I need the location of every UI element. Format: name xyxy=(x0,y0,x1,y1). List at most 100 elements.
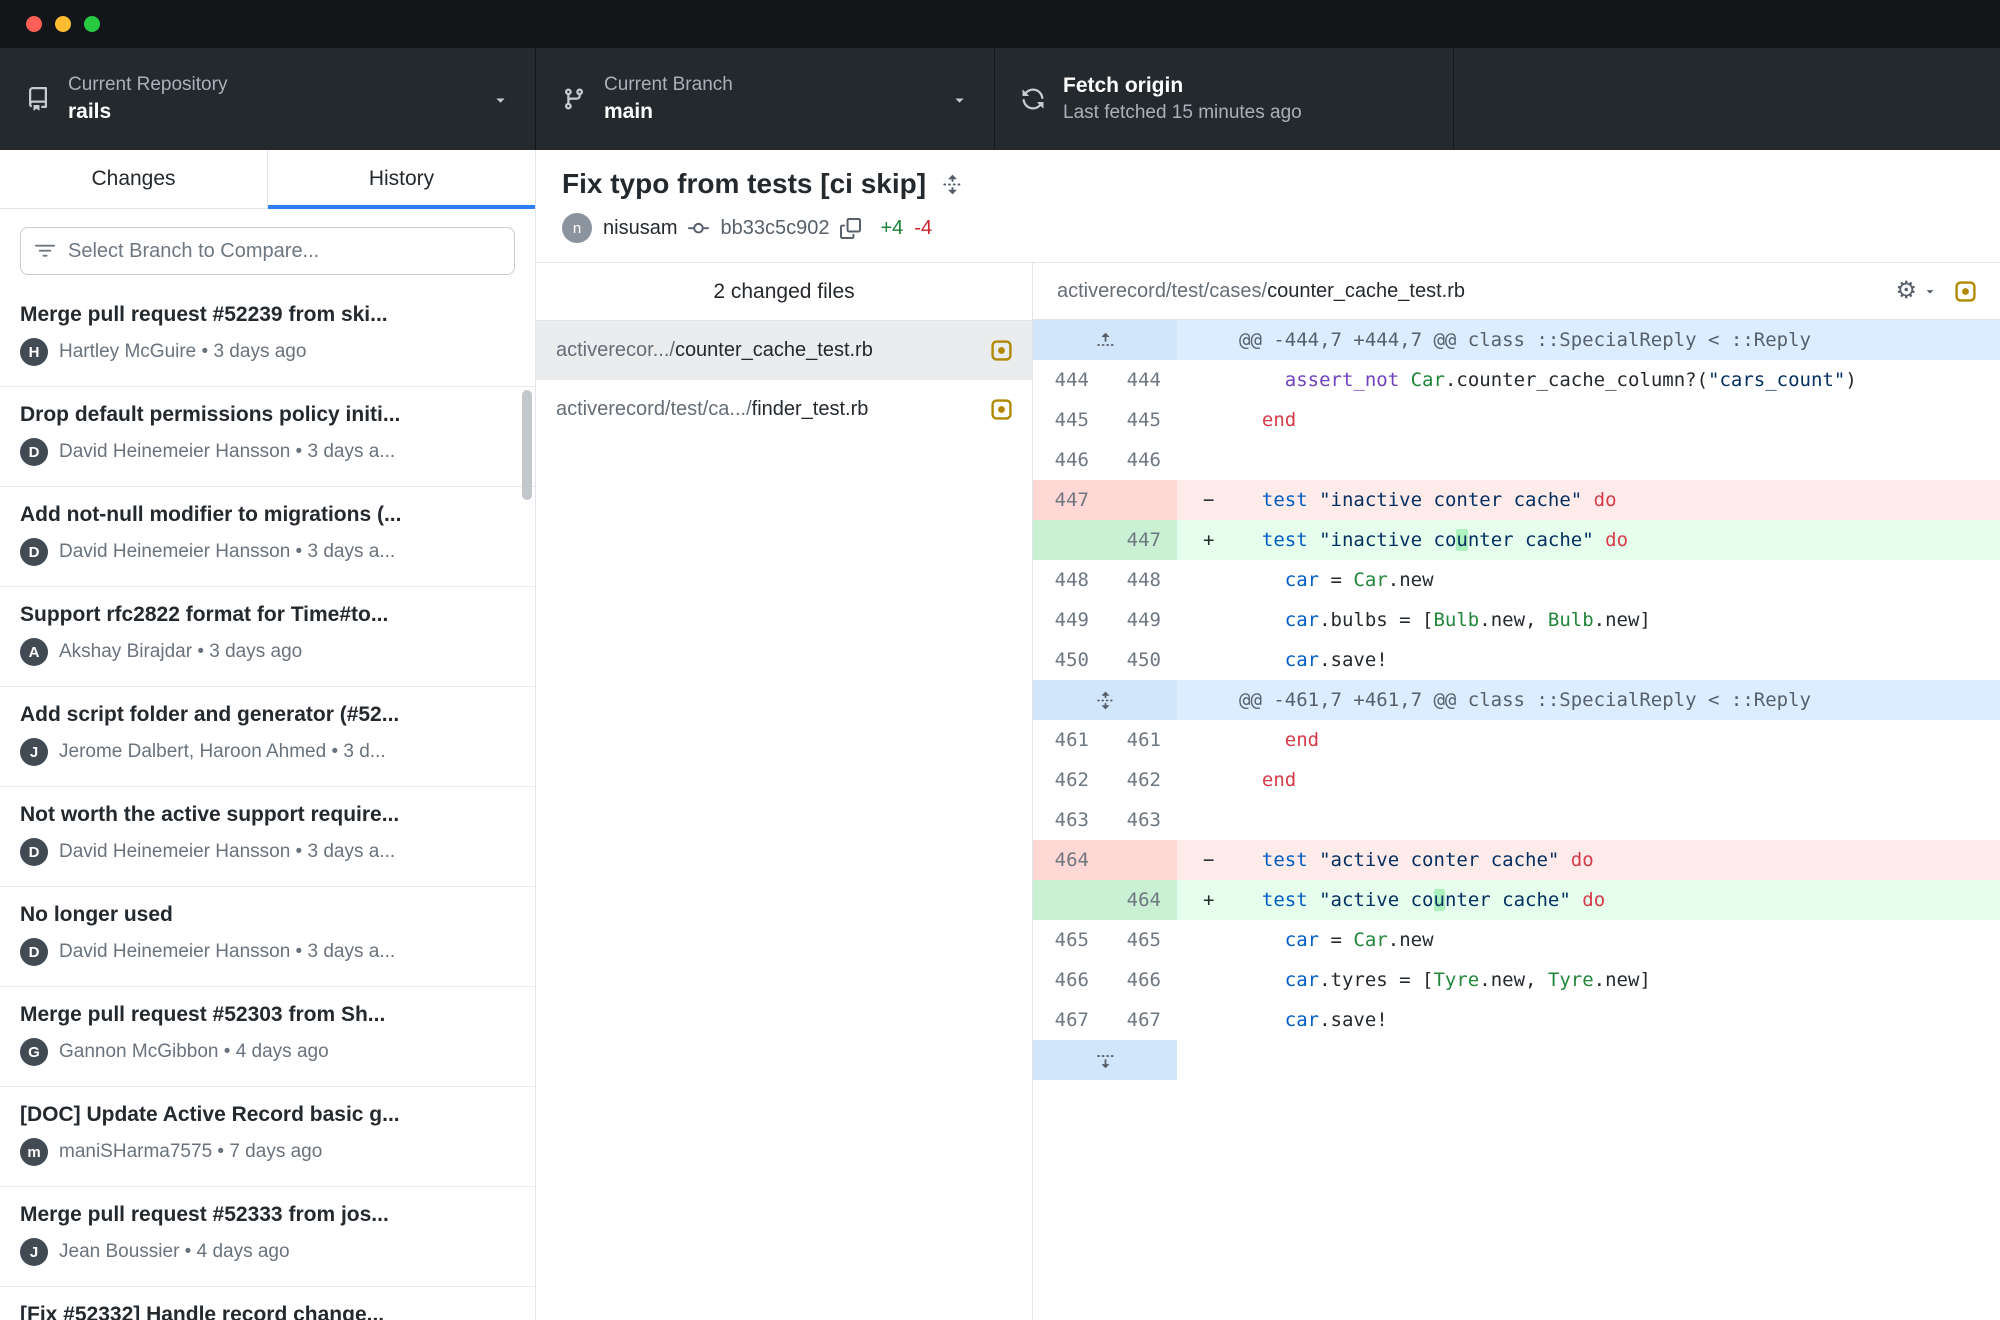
code-line: car.save! xyxy=(1239,1000,1388,1040)
commit-meta: D David Heinemeier Hansson • 3 days a... xyxy=(20,938,515,966)
commit-list-item[interactable]: No longer used D David Heinemeier Hansso… xyxy=(0,887,535,987)
old-line-number: 449 xyxy=(1033,600,1105,640)
commit-list-item[interactable]: Drop default permissions policy initi...… xyxy=(0,387,535,487)
avatar: m xyxy=(20,1138,48,1166)
fetch-subtitle: Last fetched 15 minutes ago xyxy=(1063,102,1427,124)
commit-list-item[interactable]: [DOC] Update Active Record basic g... m … xyxy=(0,1087,535,1187)
old-line-number: 463 xyxy=(1033,800,1105,840)
new-line-number: 462 xyxy=(1105,760,1177,800)
sidebar-scrollbar[interactable] xyxy=(522,390,532,500)
current-repository-button[interactable]: Current Repository rails xyxy=(0,48,536,150)
commit-list-item[interactable]: Add script folder and generator (#52... … xyxy=(0,687,535,787)
tab-changes[interactable]: Changes xyxy=(0,150,267,208)
zoom-button[interactable] xyxy=(84,16,100,32)
commit-list-item[interactable]: Merge pull request #52333 from jos... J … xyxy=(0,1187,535,1287)
commit-author-time: maniSHarma7575 • 7 days ago xyxy=(59,1141,322,1163)
commit-author-time: Gannon McGibbon • 4 days ago xyxy=(59,1041,329,1063)
old-line-number: 450 xyxy=(1033,640,1105,680)
github-desktop-window: Current Repository rails Current Branch … xyxy=(0,0,2000,1320)
branch-value: main xyxy=(604,100,933,124)
diff-row-context: 448448 car = Car.new xyxy=(1033,560,2000,600)
diff-marker: − xyxy=(1177,840,1239,880)
branch-compare-box[interactable] xyxy=(20,227,515,275)
diff-marker: − xyxy=(1177,480,1239,520)
commit-list-item[interactable]: Add not-null modifier to migrations (...… xyxy=(0,487,535,587)
diff-marker xyxy=(1177,920,1239,960)
old-line-number: 445 xyxy=(1033,400,1105,440)
diff-row-context: 450450 car.save! xyxy=(1033,640,2000,680)
file-path: activerecord/test/ca.../finder_test.rb xyxy=(556,398,979,421)
branch-compare-wrap xyxy=(0,209,535,287)
new-line-number: 467 xyxy=(1105,1000,1177,1040)
commit-list-item[interactable]: Merge pull request #52303 from Sh... G G… xyxy=(0,987,535,1087)
main-panel: Fix typo from tests [ci skip] n nisusam … xyxy=(536,150,2000,1320)
commit-author-time: David Heinemeier Hansson • 3 days a... xyxy=(59,441,395,463)
commit-meta: G Gannon McGibbon • 4 days ago xyxy=(20,1038,515,1066)
changed-files-panel: 2 changed files activerecor.../counter_c… xyxy=(536,263,1033,1320)
changed-file-row[interactable]: activerecord/test/ca.../finder_test.rb xyxy=(536,380,1032,439)
diff-marker xyxy=(1177,440,1239,480)
tab-history-label: History xyxy=(369,167,434,191)
diff-file-path: activerecord/test/cases/counter_cache_te… xyxy=(1057,280,1877,303)
new-line-number: 466 xyxy=(1105,960,1177,1000)
diff-row-context: 445445 end xyxy=(1033,400,2000,440)
diff-row-context: 465465 car = Car.new xyxy=(1033,920,2000,960)
expand-hunk-button[interactable] xyxy=(1033,680,1177,720)
toolbar: Current Repository rails Current Branch … xyxy=(0,48,2000,150)
fetch-origin-button[interactable]: Fetch origin Last fetched 15 minutes ago xyxy=(995,48,1454,150)
avatar: J xyxy=(20,738,48,766)
diff-options-button[interactable]: ⚙ xyxy=(1895,279,1937,303)
git-commit-icon xyxy=(688,218,709,239)
diff-row-hunk: @@ -444,7 +444,7 @@ class ::SpecialReply… xyxy=(1033,320,2000,360)
diff-marker xyxy=(1177,600,1239,640)
commit-list-item[interactable]: Support rfc2822 format for Time#to... A … xyxy=(0,587,535,687)
commit-list-item[interactable]: Merge pull request #52239 from ski... H … xyxy=(0,287,535,387)
commit-author-time: Akshay Birajdar • 3 days ago xyxy=(59,641,302,663)
gear-icon: ⚙ xyxy=(1895,279,1917,303)
commit-title: Add script folder and generator (#52... xyxy=(20,703,515,727)
new-line-number: 448 xyxy=(1105,560,1177,600)
repo-label: Current Repository xyxy=(68,74,474,96)
old-line-number: 444 xyxy=(1033,360,1105,400)
commit-title: Merge pull request #52303 from Sh... xyxy=(20,1003,515,1027)
new-line-number xyxy=(1105,840,1177,880)
old-line-number: 461 xyxy=(1033,720,1105,760)
tab-history[interactable]: History xyxy=(267,150,535,208)
old-line-number: 466 xyxy=(1033,960,1105,1000)
commit-summary: Fix typo from tests [ci skip] xyxy=(562,168,926,200)
commit-title: Support rfc2822 format for Time#to... xyxy=(20,603,515,627)
deletions-count: -4 xyxy=(914,217,932,240)
file-name: counter_cache_test.rb xyxy=(675,339,873,361)
commit-list-item[interactable]: Not worth the active support require... … xyxy=(0,787,535,887)
commit-title: Merge pull request #52333 from jos... xyxy=(20,1203,515,1227)
code-line: car.bulbs = [Bulb.new, Bulb.new] xyxy=(1239,600,1651,640)
code-line: car = Car.new xyxy=(1239,560,1434,600)
commit-title: Merge pull request #52239 from ski... xyxy=(20,303,515,327)
expand-hunk-button[interactable] xyxy=(1033,1040,1177,1080)
commit-author-time: Hartley McGuire • 3 days ago xyxy=(59,341,306,363)
branch-compare-input[interactable] xyxy=(66,239,500,264)
diff-row-deleted: 447− test "inactive conter cache" do xyxy=(1033,480,2000,520)
new-line-number: 461 xyxy=(1105,720,1177,760)
sidebar: Changes History Merge pull request #5223… xyxy=(0,150,536,1320)
commit-list-item[interactable]: [Fix #52332] Handle record change... xyxy=(0,1287,535,1320)
new-line-number: 464 xyxy=(1105,880,1177,920)
new-line-number: 463 xyxy=(1105,800,1177,840)
expand-commit-summary-button[interactable] xyxy=(942,174,963,195)
diff-path-file: counter_cache_test.rb xyxy=(1267,280,1465,302)
new-line-number: 444 xyxy=(1105,360,1177,400)
changed-file-row[interactable]: activerecor.../counter_cache_test.rb xyxy=(536,321,1032,380)
avatar: J xyxy=(20,1238,48,1266)
close-button[interactable] xyxy=(26,16,42,32)
diff-marker xyxy=(1177,400,1239,440)
diff-marker: + xyxy=(1177,880,1239,920)
filter-icon xyxy=(35,241,55,261)
current-branch-button[interactable]: Current Branch main xyxy=(536,48,995,150)
copy-sha-icon[interactable] xyxy=(840,218,861,239)
code-line: end xyxy=(1239,720,1319,760)
minimize-button[interactable] xyxy=(55,16,71,32)
repo-text: Current Repository rails xyxy=(68,74,474,124)
new-line-number: 449 xyxy=(1105,600,1177,640)
expand-hunk-button[interactable] xyxy=(1033,320,1177,360)
diff-marker xyxy=(1177,800,1239,840)
